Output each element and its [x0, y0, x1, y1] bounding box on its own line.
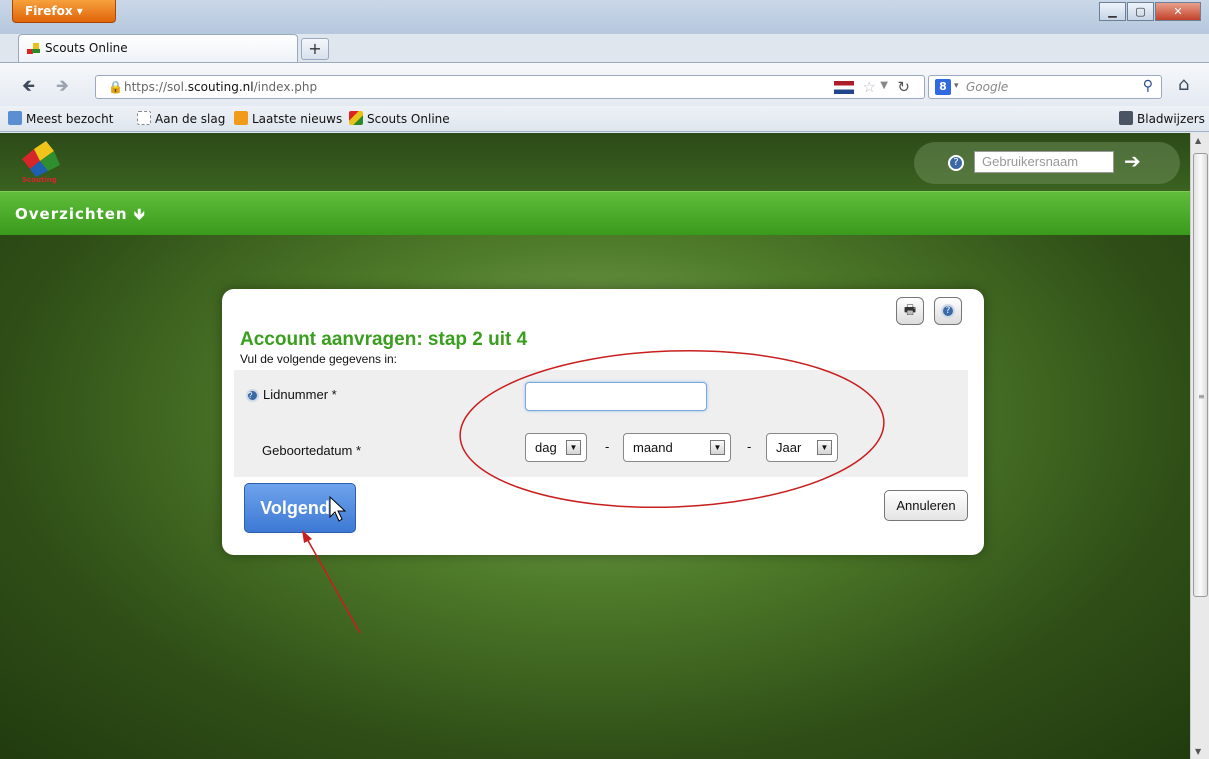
rss-icon: [234, 111, 248, 125]
forward-arrow-icon[interactable]: 🡺: [56, 75, 69, 102]
logo-text: Scouting: [22, 176, 57, 184]
month-select[interactable]: maand ▼: [623, 433, 731, 462]
printer-icon: 🖶: [903, 303, 917, 318]
scrollbar-thumb[interactable]: ≡: [1193, 153, 1208, 597]
bookmark-star-icon[interactable]: ☆: [863, 78, 876, 96]
dutch-flag-icon: [834, 81, 854, 94]
login-box: ? Gebruikersnaam ➔: [914, 142, 1180, 184]
bookmark-aan-de-slag[interactable]: Aan de slag: [137, 111, 225, 126]
page-icon: [137, 111, 151, 125]
down-arrow-icon: 🡻: [133, 205, 146, 223]
bookmarks-menu[interactable]: Bladwijzers: [1119, 111, 1205, 126]
form-area: ? Lidnummer * Geboortedatum * dag ▼ - maan…: [234, 370, 968, 477]
navigation-toolbar: 🡸 🡺 🔒 https://sol.scouting.nl/index.php …: [0, 62, 1209, 106]
bookmarks-toolbar: Meest bezocht Aan de slag Laatste nieuws…: [0, 106, 1209, 132]
date-separator: -: [747, 439, 752, 454]
year-select[interactable]: Jaar ▼: [766, 433, 838, 462]
google-icon[interactable]: 8: [935, 79, 951, 95]
lidnummer-input[interactable]: [525, 382, 707, 411]
search-bar[interactable]: 8 ▾ Google ⚲: [928, 75, 1162, 99]
vertical-scrollbar[interactable]: ▲ ≡ ▼: [1190, 133, 1209, 759]
home-icon[interactable]: ⌂: [1178, 74, 1189, 95]
help-button[interactable]: ?: [934, 297, 962, 325]
scroll-up-icon[interactable]: ▲: [1195, 136, 1201, 145]
menu-overzichten[interactable]: Overzichten 🡻: [15, 204, 146, 229]
most-visited-icon: [8, 111, 22, 125]
scouting-favicon-icon: [349, 111, 363, 125]
window-titlebar: Firefox ▾ ▁ ▢ ✕: [0, 0, 1209, 34]
close-window-button[interactable]: ✕: [1155, 2, 1201, 21]
site-menubar: Overzichten 🡻: [0, 191, 1190, 235]
bookmark-scouts-online[interactable]: Scouts Online: [349, 111, 450, 126]
url-text: https://sol.scouting.nl/index.php: [124, 80, 318, 94]
grip-icon: ≡: [1198, 392, 1205, 401]
print-button[interactable]: 🖶: [896, 297, 924, 325]
reload-icon[interactable]: ↻: [897, 78, 910, 96]
bookmark-laatste-nieuws[interactable]: Laatste nieuws: [234, 111, 342, 126]
next-button[interactable]: Volgende: [244, 483, 356, 533]
chevron-down-icon: ▼: [817, 440, 832, 455]
tab-title: Scouts Online: [45, 41, 128, 55]
help-icon[interactable]: ?: [948, 155, 964, 171]
bookmark-meest-bezocht[interactable]: Meest bezocht: [8, 111, 113, 126]
geboortedatum-label: Geboortedatum *: [262, 443, 362, 458]
search-placeholder: Google: [966, 80, 1009, 94]
chevron-down-icon: ▼: [710, 440, 725, 455]
minimize-button[interactable]: ▁: [1099, 2, 1126, 21]
site-header: Scouting ? Gebruikersnaam ➔: [0, 133, 1190, 191]
bookmarks-star-icon: [1119, 111, 1133, 125]
scouting-logo[interactable]: Scouting: [18, 137, 62, 187]
date-separator: -: [605, 439, 610, 454]
login-arrow-icon[interactable]: ➔: [1124, 149, 1141, 173]
new-tab-button[interactable]: +: [301, 38, 329, 60]
scouting-favicon-icon: [27, 42, 41, 59]
dialog-subtitle: Vul de volgende gegevens in:: [240, 352, 398, 366]
cancel-button[interactable]: Annuleren: [884, 490, 968, 521]
history-dropdown-icon[interactable]: ▼: [880, 80, 888, 91]
chevron-down-icon: ▼: [566, 440, 581, 455]
firefox-menu-button[interactable]: Firefox ▾: [12, 0, 116, 23]
lock-icon: 🔒: [108, 80, 123, 94]
info-icon[interactable]: ?: [246, 389, 259, 403]
maximize-button[interactable]: ▢: [1127, 2, 1154, 21]
search-magnifier-icon[interactable]: ⚲: [1143, 78, 1153, 94]
back-arrow-icon[interactable]: 🡸: [22, 75, 35, 102]
search-engine-dropdown-icon[interactable]: ▾: [954, 81, 959, 91]
username-input[interactable]: Gebruikersnaam: [974, 151, 1114, 173]
account-request-dialog: 🖶 ? Account aanvragen: stap 2 uit 4 Vul …: [222, 289, 984, 555]
help-icon: ?: [941, 303, 955, 318]
page-viewport: Scouting ? Gebruikersnaam ➔ Overzichten …: [0, 133, 1190, 759]
lidnummer-label: ? Lidnummer *: [246, 387, 337, 403]
scroll-down-icon[interactable]: ▼: [1195, 747, 1201, 756]
window-controls: ▁ ▢ ✕: [1098, 2, 1201, 21]
address-bar[interactable]: 🔒 https://sol.scouting.nl/index.php ☆ ▼ …: [95, 75, 925, 99]
browser-tab[interactable]: Scouts Online: [18, 34, 298, 62]
dialog-title: Account aanvragen: stap 2 uit 4: [240, 329, 528, 350]
day-select[interactable]: dag ▼: [525, 433, 587, 462]
